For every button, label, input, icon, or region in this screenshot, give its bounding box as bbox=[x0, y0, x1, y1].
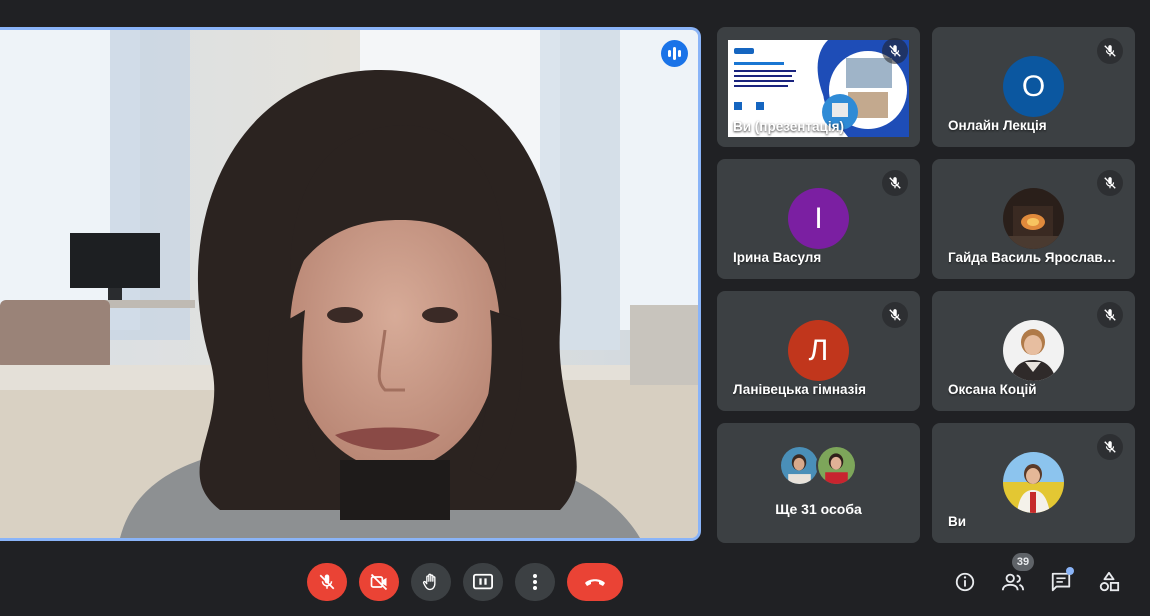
mic-off-icon bbox=[882, 38, 908, 64]
mic-off-icon bbox=[319, 574, 335, 590]
mic-off-icon bbox=[882, 170, 908, 196]
main-speaker-tile[interactable] bbox=[0, 27, 701, 541]
participant-tile[interactable]: Гайда Василь Ярославович bbox=[932, 159, 1135, 279]
self-tile[interactable]: Ви bbox=[932, 423, 1135, 543]
participant-name: Ви bbox=[948, 514, 967, 529]
present-button[interactable] bbox=[463, 563, 503, 601]
avatar bbox=[1003, 452, 1064, 513]
participant-tile[interactable]: Оксана Коцій bbox=[932, 291, 1135, 411]
speaking-indicator-icon bbox=[661, 40, 688, 67]
participant-name: Ірина Васуля bbox=[733, 250, 822, 265]
avatar: І bbox=[788, 188, 849, 249]
avatar: Л bbox=[788, 320, 849, 381]
others-count: Ще 31 особа bbox=[775, 501, 862, 517]
participant-name: Ланівецька гімназія bbox=[733, 382, 866, 397]
meeting-details-button[interactable] bbox=[949, 566, 981, 598]
participant-tile[interactable]: І Ірина Васуля bbox=[717, 159, 920, 279]
camera-off-icon bbox=[370, 573, 388, 591]
info-icon bbox=[955, 572, 975, 592]
others-tile[interactable]: Ще 31 особа bbox=[717, 423, 920, 543]
mic-off-icon bbox=[1097, 302, 1123, 328]
avatar bbox=[779, 445, 820, 486]
participant-name: Оксана Коцій bbox=[948, 382, 1037, 397]
speaker-video bbox=[0, 30, 698, 538]
call-end-icon bbox=[585, 579, 605, 586]
participant-name: Гайда Василь Ярославович bbox=[948, 250, 1123, 265]
activities-button[interactable] bbox=[1093, 566, 1125, 598]
more-vert-icon bbox=[533, 574, 537, 590]
camera-toggle-button[interactable] bbox=[359, 563, 399, 601]
mic-off-icon bbox=[1097, 170, 1123, 196]
avatar bbox=[1003, 188, 1064, 249]
participant-name: Онлайн Лекція bbox=[948, 118, 1047, 133]
presentation-label: Ви (презентація) bbox=[733, 119, 844, 134]
people-count-badge: 39 bbox=[1012, 553, 1034, 571]
mic-off-icon bbox=[882, 302, 908, 328]
leave-call-button[interactable] bbox=[567, 563, 623, 601]
presentation-tile[interactable]: Ви (презентація) bbox=[717, 27, 920, 147]
more-options-button[interactable] bbox=[515, 563, 555, 601]
raise-hand-button[interactable] bbox=[411, 563, 451, 601]
people-icon bbox=[1001, 573, 1025, 591]
participant-tile[interactable]: О Онлайн Лекція bbox=[932, 27, 1135, 147]
avatar bbox=[816, 445, 857, 486]
chat-notification-dot bbox=[1066, 567, 1074, 575]
avatar bbox=[1003, 320, 1064, 381]
mic-off-icon bbox=[1097, 434, 1123, 460]
participant-tile[interactable]: Л Ланівецька гімназія bbox=[717, 291, 920, 411]
mic-off-icon bbox=[1097, 38, 1123, 64]
mic-toggle-button[interactable] bbox=[307, 563, 347, 601]
raise-hand-icon bbox=[422, 573, 436, 591]
present-screen-icon bbox=[473, 573, 493, 590]
avatar: О bbox=[1003, 56, 1064, 117]
activities-icon bbox=[1099, 571, 1120, 592]
